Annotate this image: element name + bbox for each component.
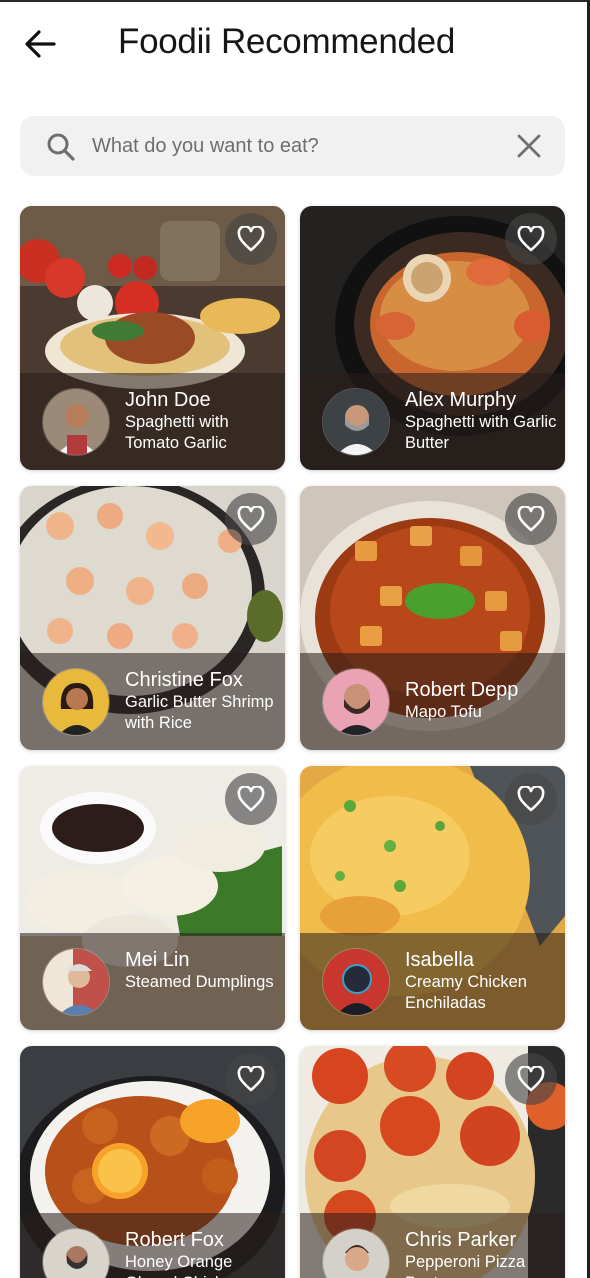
chef-name: Robert Fox xyxy=(125,1229,224,1251)
heart-outline-icon xyxy=(237,1066,265,1092)
heart-outline-icon xyxy=(237,226,265,252)
heart-outline-icon xyxy=(517,1066,545,1092)
search-input[interactable] xyxy=(92,126,512,166)
recipe-card[interactable]: Robert Depp Mapo Tofu xyxy=(300,486,565,750)
recipe-card[interactable]: Christine Fox Garlic Butter Shrimp with … xyxy=(20,486,285,750)
favorite-button[interactable] xyxy=(225,773,277,825)
chef-name: Isabella xyxy=(405,949,474,971)
favorite-button[interactable] xyxy=(505,773,557,825)
recipe-card[interactable]: Isabella Creamy Chicken Enchiladas xyxy=(300,766,565,1030)
avatar xyxy=(42,388,110,456)
arrow-left-icon xyxy=(25,30,56,58)
dish-name: Creamy Chicken Enchiladas xyxy=(405,973,527,1012)
card-info: John Doe Spaghetti with Tomato Garlic xyxy=(125,389,280,454)
card-info: Robert Depp Mapo Tofu xyxy=(405,679,560,723)
heart-outline-icon xyxy=(517,226,545,252)
close-icon[interactable] xyxy=(515,132,543,160)
dish-name: Garlic Butter Shrimp with Rice xyxy=(125,693,274,732)
heart-outline-icon xyxy=(517,506,545,532)
heart-outline-icon xyxy=(517,786,545,812)
heart-outline-icon xyxy=(237,506,265,532)
chef-name: Chris Parker xyxy=(405,1229,517,1251)
card-info: Isabella Creamy Chicken Enchiladas xyxy=(405,949,560,1014)
chef-name: Robert Depp xyxy=(405,679,519,701)
favorite-button[interactable] xyxy=(505,1053,557,1105)
recipe-card[interactable]: Mei Lin Steamed Dumplings xyxy=(20,766,285,1030)
recipe-card[interactable]: Robert Fox Honey Orange Glazed Chicken xyxy=(20,1046,285,1278)
dish-name: Honey Orange Glazed Chicken xyxy=(125,1253,241,1278)
avatar xyxy=(322,388,390,456)
avatar xyxy=(42,948,110,1016)
favorite-button[interactable] xyxy=(225,213,277,265)
favorite-button[interactable] xyxy=(505,213,557,265)
page-title: Foodii Recommended xyxy=(118,22,455,61)
chef-name: Christine Fox xyxy=(125,669,243,691)
dish-name: Spaghetti with Garlic Butter xyxy=(405,413,557,452)
recipe-card[interactable]: Alex Murphy Spaghetti with Garlic Butter xyxy=(300,206,565,470)
chef-name: Mei Lin xyxy=(125,949,190,971)
search-icon[interactable] xyxy=(46,132,76,162)
recipe-card[interactable]: Chris Parker Pepperoni Pizza Pasta xyxy=(300,1046,565,1278)
favorite-button[interactable] xyxy=(225,493,277,545)
avatar xyxy=(42,668,110,736)
search-bar xyxy=(20,116,565,176)
chef-name: John Doe xyxy=(125,389,211,411)
card-info: Christine Fox Garlic Butter Shrimp with … xyxy=(125,669,280,734)
dish-name: Steamed Dumplings xyxy=(125,973,274,991)
card-info: Mei Lin Steamed Dumplings xyxy=(125,949,280,993)
dish-name: Mapo Tofu xyxy=(405,703,482,721)
recipe-card[interactable]: John Doe Spaghetti with Tomato Garlic xyxy=(20,206,285,470)
card-info: Chris Parker Pepperoni Pizza Pasta xyxy=(405,1229,560,1278)
app-header: Foodii Recommended xyxy=(0,0,587,92)
favorite-button[interactable] xyxy=(505,493,557,545)
card-info: Robert Fox Honey Orange Glazed Chicken xyxy=(125,1229,280,1278)
avatar xyxy=(322,948,390,1016)
back-button[interactable] xyxy=(18,24,62,64)
dish-name: Pepperoni Pizza Pasta xyxy=(405,1253,526,1278)
card-info: Alex Murphy Spaghetti with Garlic Butter xyxy=(405,389,560,454)
favorite-button[interactable] xyxy=(225,1053,277,1105)
chef-name: Alex Murphy xyxy=(405,389,517,411)
dish-name: Spaghetti with Tomato Garlic xyxy=(125,413,229,452)
avatar xyxy=(322,668,390,736)
heart-outline-icon xyxy=(237,786,265,812)
